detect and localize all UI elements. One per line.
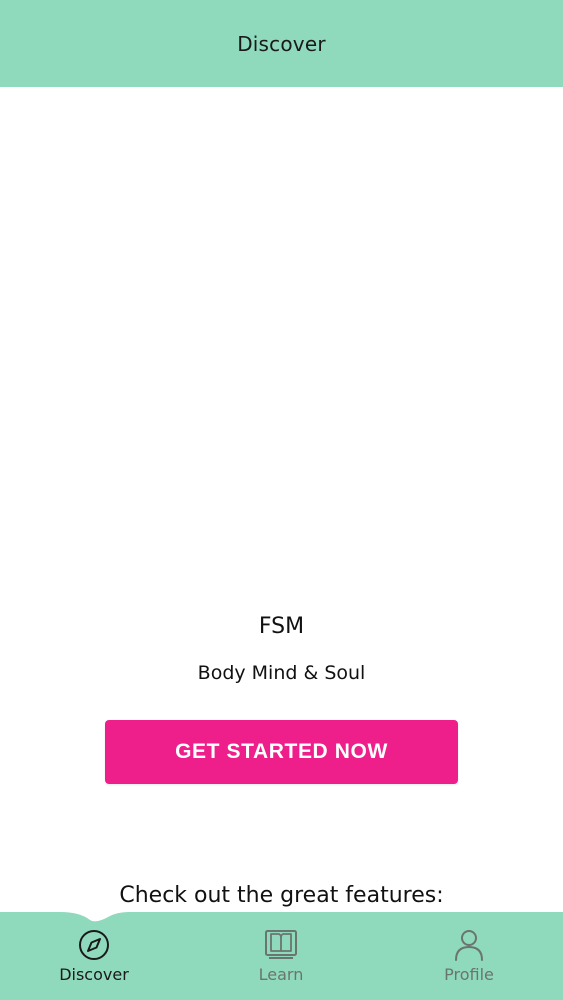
nav-label-learn: Learn [258,965,304,984]
book-icon [265,930,297,959]
get-started-button-label: GET STARTED NOW [175,740,388,763]
top-app-bar: Discover [0,0,563,87]
features-heading: Check out the great features: [119,883,444,908]
discover-screen: Discover FSM Body Mind & Soul GET STARTE… [0,0,563,1000]
nav-item-profile[interactable]: Profile [414,928,524,998]
bottom-navigation: Discover Learn Profile [0,912,563,1000]
app-tagline: Body Mind & Soul [197,662,366,684]
nav-label-discover: Discover [59,965,129,984]
nav-label-profile: Profile [444,965,494,984]
nav-item-discover[interactable]: Discover [39,928,149,998]
app-name: FSM [258,614,305,639]
page-title: Discover [237,31,326,56]
person-icon [455,930,483,961]
nav-item-learn[interactable]: Learn [226,928,336,998]
compass-icon [79,930,109,960]
get-started-button[interactable]: GET STARTED NOW [105,720,458,784]
